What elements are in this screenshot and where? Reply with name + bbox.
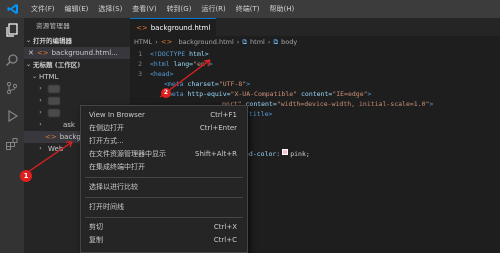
annotation-arrow [27, 141, 73, 173]
menu-item-open-to-side[interactable]: 在侧边打开 Ctrl+Enter [81, 122, 247, 135]
menu-item-reveal-in-explorer[interactable]: 在文件资源管理器中显示 Shift+Alt+R [81, 148, 247, 161]
menu-item-select-for-compare[interactable]: 选择以进行比较 [81, 181, 247, 194]
menu-item-cut[interactable]: 剪切 Ctrl+X [81, 221, 247, 234]
annotation-arrows [27, 59, 211, 173]
step-marker-2: 2 [161, 88, 171, 98]
menu-item-open-with[interactable]: 打开方式... [81, 135, 247, 148]
menu-item-open-timeline[interactable]: 打开时间线 [81, 201, 247, 214]
context-menu: View In Browser Ctrl+F1 在侧边打开 Ctrl+Enter… [80, 105, 248, 253]
menu-item-view-in-browser[interactable]: View In Browser Ctrl+F1 [81, 109, 247, 122]
menu-separator [85, 197, 243, 198]
step-marker-1: 1 [20, 170, 32, 182]
menu-item-open-in-terminal[interactable]: 在集成终端中打开 [81, 161, 247, 174]
menu-separator [85, 217, 243, 218]
menu-separator [85, 177, 243, 178]
menu-item-copy[interactable]: 复制 Ctrl+C [81, 234, 247, 247]
